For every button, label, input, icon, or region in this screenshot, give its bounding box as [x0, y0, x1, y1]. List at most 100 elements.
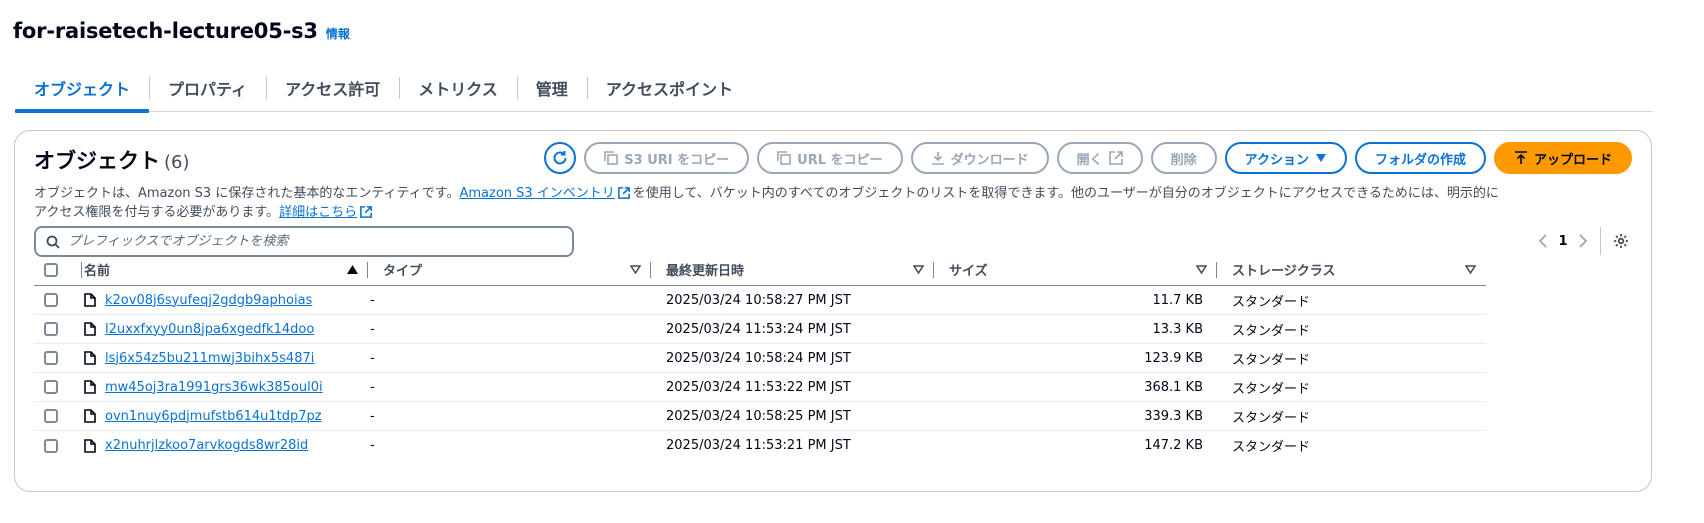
header-name[interactable]: 名前 — [82, 254, 368, 285]
object-name-cell: lsj6x54z5bu211mwj3bihx5s487i — [82, 351, 368, 366]
object-size: 339.3 KB — [1144, 408, 1203, 424]
object-size: 123.9 KB — [1144, 350, 1203, 366]
object-type: - — [370, 292, 375, 308]
header-storage-class-label: ストレージクラス — [1232, 264, 1336, 279]
object-name-cell: mw45oj3ra1991grs36wk385oul0i — [82, 380, 368, 395]
actions-dropdown[interactable]: アクション — [1224, 142, 1347, 174]
object-name-link[interactable]: x2nuhrjlzkoo7arvkogds8wr28id — [105, 438, 308, 453]
open-button[interactable]: 開く — [1056, 142, 1143, 174]
object-count: (6) — [164, 152, 190, 173]
info-link[interactable]: 情報 — [326, 25, 350, 42]
row-checkbox[interactable] — [44, 409, 58, 423]
inventory-link[interactable]: Amazon S3 インベントリ — [459, 186, 614, 201]
row-checkbox[interactable] — [44, 380, 58, 394]
file-icon — [84, 322, 96, 336]
object-name-link[interactable]: mw45oj3ra1991grs36wk385oul0i — [105, 380, 323, 395]
object-name-link[interactable]: ovn1nuy6pdjmufstb614u1tdp7pz — [105, 409, 322, 424]
object-name-cell: k2ov08j6syufeqj2gdgb9aphoias — [82, 293, 368, 308]
sort-icon — [630, 265, 641, 274]
panel-description: オブジェクトは、Amazon S3 に保存された基本的なエンティティです。Ama… — [34, 184, 1634, 222]
divider — [1600, 227, 1601, 255]
sort-ascending-icon — [347, 265, 358, 274]
copy-url-button[interactable]: URL をコピー — [757, 142, 903, 174]
tab-objects[interactable]: オブジェクト — [15, 64, 150, 113]
header-modified[interactable]: 最終更新日時 — [651, 254, 934, 285]
objects-table: 名前 タイプ 最終更新日時 サイズ ストレージクラス k2ov08j6syufe… — [34, 251, 1486, 460]
toolbar: S3 URI をコピー URL をコピー ダウンロード 開く 削除 アクション … — [544, 142, 1632, 174]
row-checkbox[interactable] — [44, 322, 58, 336]
object-size: 11.7 KB — [1152, 292, 1203, 308]
external-link-icon — [360, 206, 372, 218]
object-storage-class: スタンダード — [1232, 410, 1311, 426]
object-modified: 2025/03/24 10:58:27 PM JST — [666, 292, 851, 308]
row-checkbox[interactable] — [44, 351, 58, 365]
header-modified-label: 最終更新日時 — [666, 264, 745, 279]
object-type: - — [370, 438, 375, 453]
table-row[interactable]: ovn1nuy6pdjmufstb614u1tdp7pz - 2025/03/2… — [34, 402, 1486, 431]
open-label: 開く — [1076, 152, 1103, 168]
tab-metrics[interactable]: メトリクス — [399, 64, 517, 111]
chevron-right-icon[interactable] — [1576, 234, 1588, 248]
copy-icon — [604, 151, 619, 165]
object-modified: 2025/03/24 11:53:22 PM JST — [666, 379, 851, 395]
object-name-link[interactable]: l2uxxfxyy0un8jpa6xgedfk14doo — [105, 322, 314, 337]
row-checkbox[interactable] — [44, 293, 58, 307]
copy-s3-uri-button[interactable]: S3 URI をコピー — [584, 142, 750, 174]
file-icon — [84, 293, 96, 307]
download-button[interactable]: ダウンロード — [910, 142, 1049, 174]
table-row[interactable]: l2uxxfxyy0un8jpa6xgedfk14doo - 2025/03/2… — [34, 315, 1486, 344]
header-type[interactable]: タイプ — [368, 254, 651, 285]
header-storage-class[interactable]: ストレージクラス — [1217, 254, 1486, 285]
object-size: 368.1 KB — [1144, 379, 1203, 395]
tab-properties[interactable]: プロパティ — [149, 64, 266, 111]
header-size[interactable]: サイズ — [934, 254, 1217, 285]
object-name-link[interactable]: lsj6x54z5bu211mwj3bihx5s487i — [105, 351, 314, 366]
upload-label: アップロード — [1533, 152, 1612, 168]
copy-icon — [777, 151, 791, 165]
upload-icon — [1514, 151, 1527, 164]
row-select — [34, 438, 82, 453]
bucket-header: for-raisetech-lecture05-s3 情報 — [13, 19, 350, 43]
tab-permissions[interactable]: アクセス許可 — [266, 64, 399, 111]
actions-label: アクション — [1244, 152, 1309, 168]
select-all-checkbox[interactable] — [44, 262, 58, 277]
chevron-left-icon[interactable] — [1538, 234, 1550, 248]
refresh-button[interactable] — [544, 142, 577, 174]
row-select — [34, 322, 82, 336]
object-modified: 2025/03/24 11:53:21 PM JST — [666, 438, 851, 453]
object-type: - — [370, 379, 375, 395]
table-row[interactable]: k2ov08j6syufeqj2gdgb9aphoias - 2025/03/2… — [34, 286, 1486, 315]
table-row[interactable]: mw45oj3ra1991grs36wk385oul0i - 2025/03/2… — [34, 373, 1486, 402]
object-modified: 2025/03/24 10:58:25 PM JST — [666, 408, 851, 424]
header-size-label: サイズ — [949, 264, 988, 279]
table-header: 名前 タイプ 最終更新日時 サイズ ストレージクラス — [34, 254, 1486, 286]
learn-more-link[interactable]: 詳細はこちら — [279, 205, 357, 220]
table-row[interactable]: lsj6x54z5bu211mwj3bihx5s487i - 2025/03/2… — [34, 344, 1486, 373]
table-row[interactable]: x2nuhrjlzkoo7arvkogds8wr28id - 2025/03/2… — [34, 431, 1486, 460]
row-select — [34, 380, 82, 394]
delete-button[interactable]: 削除 — [1150, 142, 1217, 174]
object-type: - — [370, 350, 375, 366]
object-size: 13.3 KB — [1152, 321, 1203, 337]
object-name-link[interactable]: k2ov08j6syufeqj2gdgb9aphoias — [105, 293, 312, 308]
search-icon — [46, 235, 60, 249]
page-number[interactable]: 1 — [1550, 234, 1576, 249]
object-storage-class: スタンダード — [1232, 352, 1311, 368]
create-folder-button[interactable]: フォルダの作成 — [1354, 142, 1486, 174]
sort-icon — [913, 265, 924, 274]
row-select — [34, 351, 82, 365]
tab-management[interactable]: 管理 — [516, 64, 587, 111]
gear-icon[interactable] — [1613, 233, 1629, 249]
external-link-icon — [617, 187, 630, 199]
row-checkbox[interactable] — [44, 438, 58, 453]
download-icon — [931, 152, 944, 165]
object-type: - — [370, 408, 375, 424]
delete-label: 削除 — [1170, 152, 1197, 168]
caret-down-icon — [1315, 154, 1326, 162]
tab-access-points[interactable]: アクセスポイント — [586, 64, 752, 111]
file-icon — [84, 438, 96, 453]
create-folder-label: フォルダの作成 — [1374, 152, 1466, 168]
search-input[interactable] — [68, 234, 548, 249]
object-storage-class: スタンダード — [1232, 294, 1311, 310]
upload-button[interactable]: アップロード — [1493, 142, 1632, 174]
